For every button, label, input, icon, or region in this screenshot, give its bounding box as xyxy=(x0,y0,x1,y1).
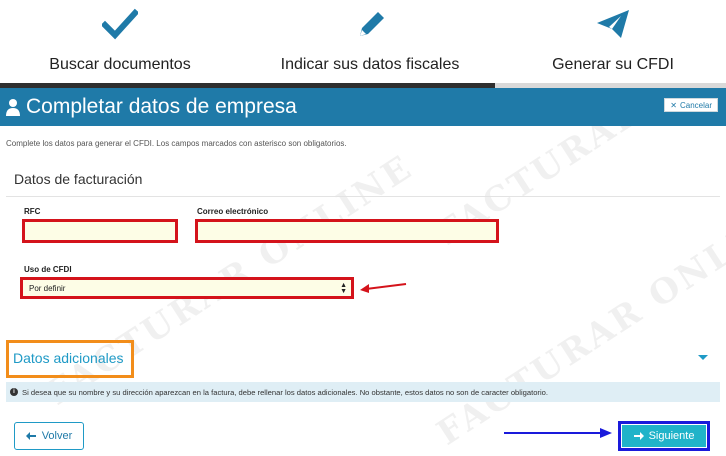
step-buscar-documentos: Buscar documentos xyxy=(0,0,240,88)
back-button[interactable]: Volver xyxy=(14,422,84,450)
arrow-left-icon xyxy=(25,432,36,440)
intro-text: Complete los datos para generar el CFDI.… xyxy=(6,139,347,148)
email-input[interactable] xyxy=(195,219,499,243)
cancel-button-label: Cancelar xyxy=(679,100,712,110)
email-label: Correo electrónico xyxy=(197,207,269,216)
user-icon xyxy=(6,99,20,116)
info-message-text: Si desea que su nombre y su dirección ap… xyxy=(22,387,548,397)
cfdi-use-select[interactable]: Por definir ▲ ▼ xyxy=(20,277,354,299)
cfdi-use-value: Por definir xyxy=(29,283,66,293)
step-label: Generar su CFDI xyxy=(552,56,674,73)
paper-plane-icon xyxy=(597,10,629,38)
divider xyxy=(6,196,720,197)
info-message: i Si desea que su nombre y su dirección … xyxy=(6,382,720,402)
billing-section-title: Datos de facturación xyxy=(14,171,143,187)
cancel-button[interactable]: ✕ Cancelar xyxy=(664,98,718,112)
rfc-label: RFC xyxy=(24,207,41,216)
wizard-steps: Buscar documentos Indicar sus datos fisc… xyxy=(0,0,726,88)
arrow-right-icon xyxy=(633,432,644,440)
next-button[interactable]: Siguiente xyxy=(622,425,706,447)
rfc-input[interactable] xyxy=(22,219,178,243)
step-indicar-datos-fiscales: Indicar sus datos fiscales xyxy=(245,0,495,88)
select-caret-icon: ▲ ▼ xyxy=(340,282,347,295)
back-button-label: Volver xyxy=(41,430,73,442)
step-generar-cfdi: Generar su CFDI xyxy=(500,0,726,88)
check-icon xyxy=(102,8,138,40)
cfdi-use-label: Uso de CFDI xyxy=(24,265,72,274)
pencil-icon xyxy=(360,12,384,36)
next-button-label: Siguiente xyxy=(648,430,695,442)
step-label: Indicar sus datos fiscales xyxy=(280,56,460,73)
close-icon: ✕ xyxy=(670,100,677,110)
panel-header: Completar datos de empresa ✕ Cancelar xyxy=(0,88,726,126)
step-label: Buscar documentos xyxy=(49,56,191,73)
annotation-arrow-blue-icon xyxy=(504,428,612,438)
additional-data-toggle[interactable]: Datos adicionales xyxy=(13,350,124,366)
page-title-text: Completar datos de empresa xyxy=(26,95,297,118)
annotation-arrow-red-icon xyxy=(360,283,407,293)
page-title: Completar datos de empresa xyxy=(6,95,297,119)
chevron-down-icon[interactable] xyxy=(698,355,708,360)
info-icon: i xyxy=(10,388,18,396)
